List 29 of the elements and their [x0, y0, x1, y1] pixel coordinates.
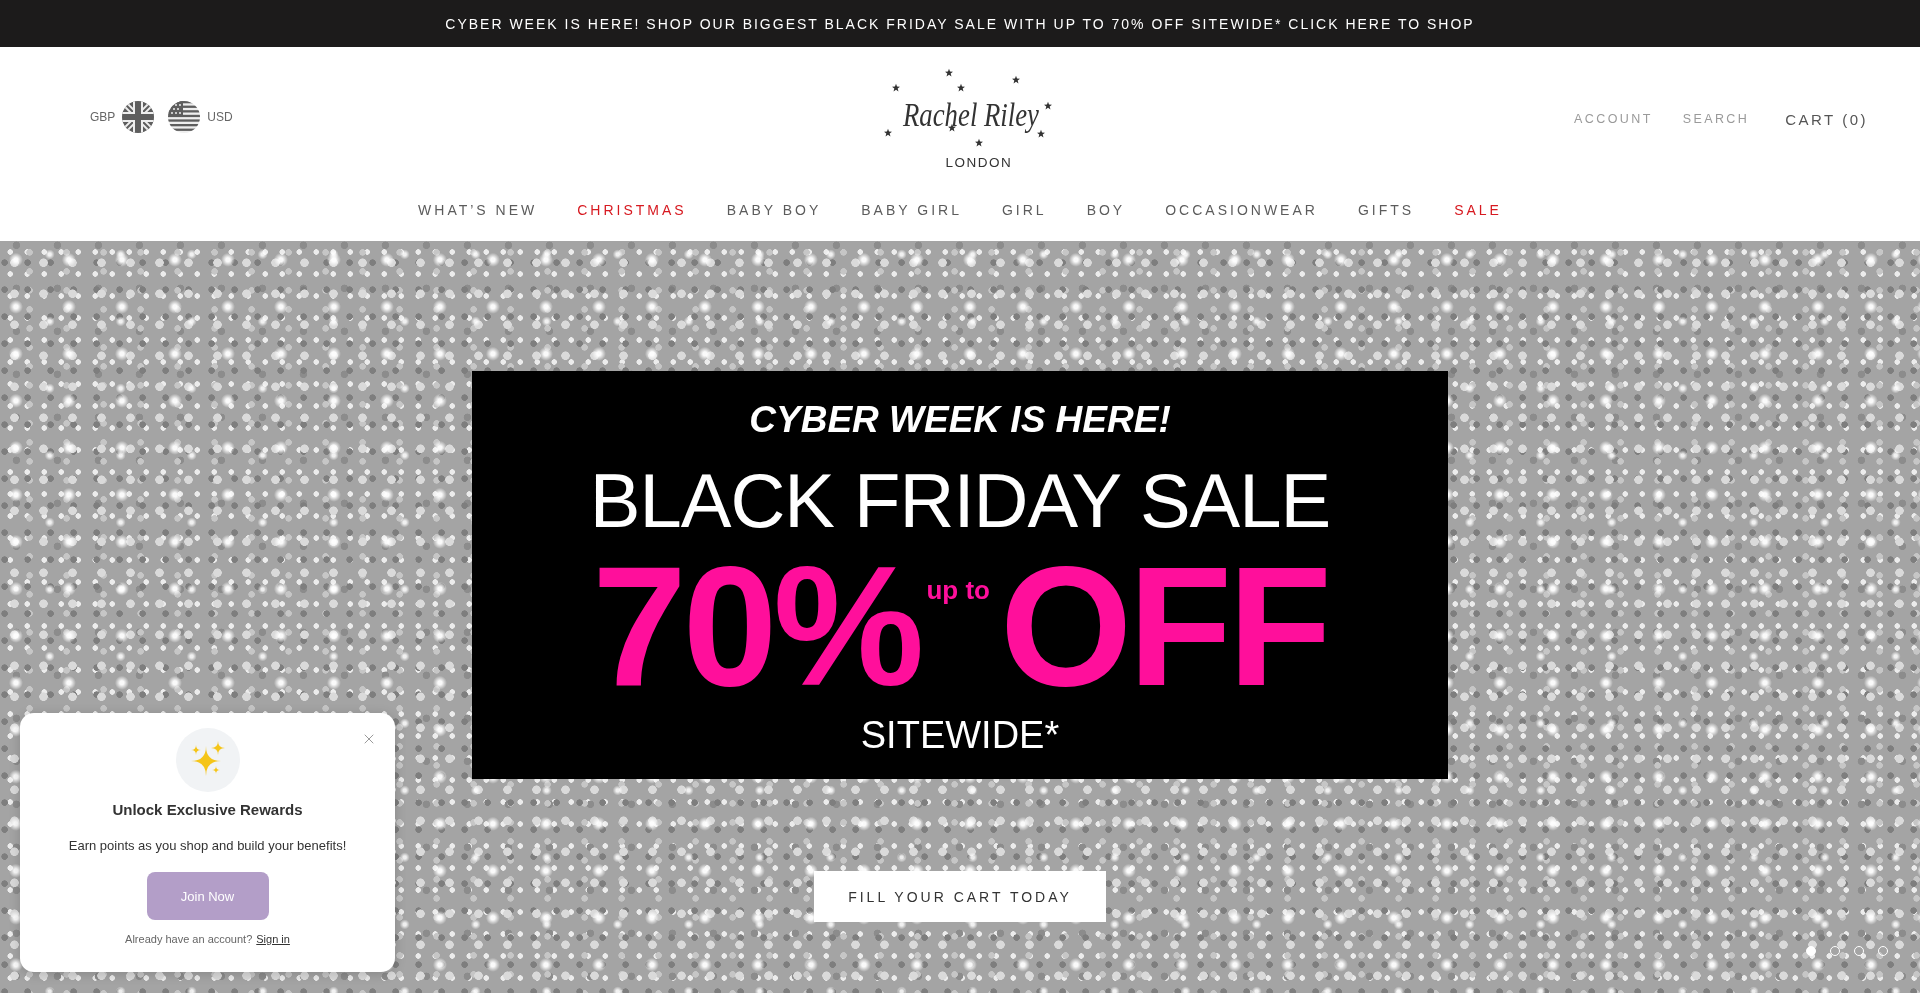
nav-link[interactable]: WHAT’S NEW: [418, 200, 538, 220]
nav-link[interactable]: BOY: [1086, 200, 1126, 220]
account-prompt: Already have an account?: [125, 932, 253, 947]
slide-dot[interactable]: [1806, 946, 1816, 956]
discount-note: up to: [926, 577, 990, 603]
cart-link[interactable]: CART (0): [1785, 110, 1868, 128]
uk-flag-icon[interactable]: [122, 101, 155, 133]
currency-code: USD: [207, 110, 233, 124]
popup-title: Unlock Exclusive Rewards: [112, 800, 303, 820]
nav-link[interactable]: GIRL: [1001, 200, 1047, 220]
nav-link[interactable]: OCCASIONWEAR: [1165, 200, 1318, 220]
us-flag-icon[interactable]: [168, 101, 201, 133]
announcement-link[interactable]: CYBER WEEK IS HERE! SHOP OUR BIGGEST BLACK FRIDAY SALE WITH UP TO 70% OFF SITEWIDE* CLICK HERE TO SHOP: [445, 15, 1475, 32]
banner-headline: BLACK FRIDAY SALE: [589, 463, 1331, 539]
nav-link[interactable]: SALE: [1454, 200, 1502, 220]
sign-in-link[interactable]: Sign in: [256, 931, 290, 947]
nav-link[interactable]: BABY GIRL: [861, 200, 962, 220]
nav-link[interactable]: BABY BOY: [726, 200, 822, 220]
nav-link[interactable]: CHRISTMAS: [577, 200, 687, 220]
shop-cta-button[interactable]: FILL YOUR CART TODAY: [814, 871, 1106, 922]
discount-off: OFF: [999, 541, 1328, 711]
popup-body: Earn points as you shop and build your benefits!: [68, 837, 347, 855]
sparkles-icon: [175, 728, 240, 792]
currency-code: GBP: [90, 110, 116, 124]
banner-footer: SITEWIDE*: [860, 716, 1060, 754]
brand-logo[interactable]: Rachel Riley LONDON: [859, 50, 1099, 180]
discount-figure: 70%: [592, 541, 921, 711]
nav-link[interactable]: GIFTS: [1357, 200, 1415, 220]
banner-kicker: CYBER WEEK IS HERE!: [749, 401, 1171, 438]
